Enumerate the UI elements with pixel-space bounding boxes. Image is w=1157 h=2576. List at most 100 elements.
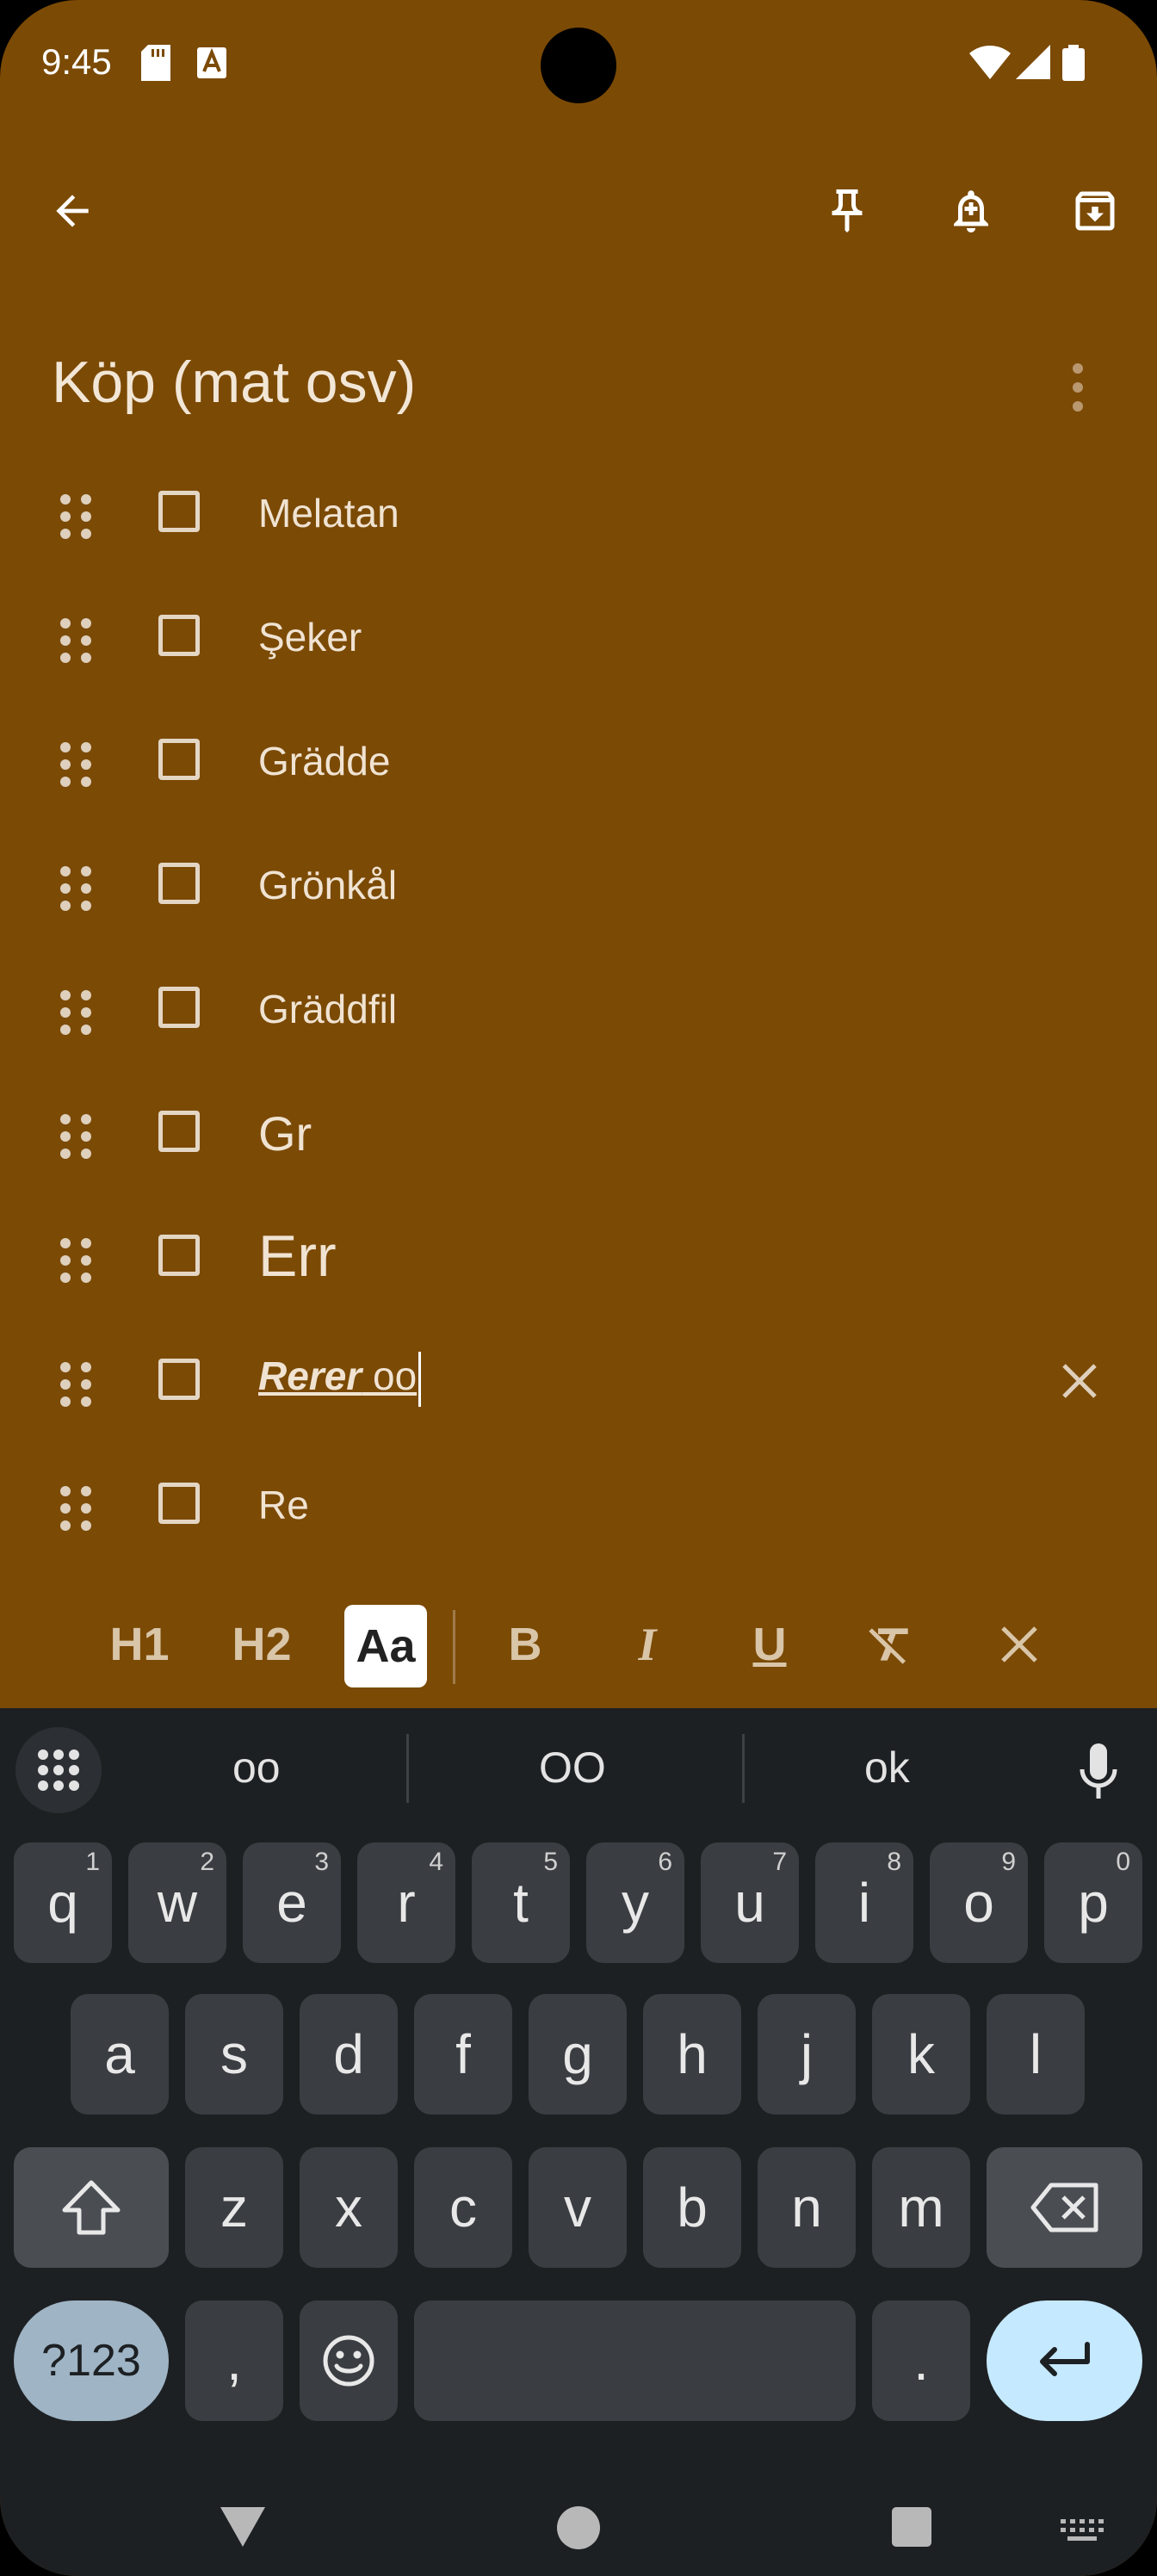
key-z[interactable]: z — [185, 2147, 283, 2268]
key-m[interactable]: m — [872, 2147, 970, 2268]
key-o[interactable]: o9 — [930, 1842, 1028, 1963]
key-n[interactable]: n — [758, 2147, 856, 2268]
key-r[interactable]: r4 — [357, 1842, 455, 1963]
drag-handle-icon[interactable] — [59, 1112, 93, 1161]
key-q[interactable]: q1 — [14, 1842, 112, 1963]
drag-handle-icon[interactable] — [59, 1236, 93, 1285]
item-text[interactable]: Grädde — [258, 738, 390, 784]
key-l[interactable]: l — [987, 1994, 1085, 2115]
key-hint: 4 — [429, 1848, 443, 1876]
item-text[interactable]: Şeker — [258, 614, 362, 660]
keyboard-menu-button[interactable] — [15, 1727, 102, 1813]
key-g[interactable]: g — [529, 1994, 627, 2115]
item-checkbox[interactable] — [158, 1483, 200, 1524]
list-item: Şeker — [0, 575, 1157, 699]
drag-handle-icon[interactable] — [59, 988, 93, 1037]
emoji-key[interactable] — [300, 2300, 398, 2421]
symbols-key[interactable]: ?123 — [14, 2300, 169, 2421]
backspace-key[interactable] — [987, 2147, 1142, 2268]
nav-back-icon[interactable] — [220, 2507, 265, 2547]
item-text[interactable]: Melatan — [258, 490, 399, 536]
key-e[interactable]: e3 — [243, 1842, 341, 1963]
item-checkbox[interactable] — [158, 1359, 200, 1400]
key-t[interactable]: t5 — [472, 1842, 570, 1963]
keyboard-switch-icon[interactable] — [1061, 2519, 1104, 2542]
normal-text-button[interactable]: Aa — [344, 1605, 427, 1687]
nav-recents-icon[interactable] — [892, 2507, 931, 2547]
toolbar-divider — [453, 1610, 455, 1684]
bold-button[interactable]: B — [491, 1601, 560, 1687]
drag-handle-icon[interactable] — [59, 1360, 93, 1409]
key-hint: 7 — [772, 1848, 787, 1876]
period-key[interactable]: . — [872, 2300, 970, 2421]
key-w[interactable]: w2 — [128, 1842, 226, 1963]
item-text[interactable]: Gr — [258, 1105, 312, 1161]
back-button[interactable] — [38, 176, 107, 245]
close-toolbar-button[interactable] — [985, 1601, 1054, 1687]
pin-icon — [832, 189, 863, 232]
key-s[interactable]: s — [185, 1994, 283, 2115]
remove-item-button[interactable] — [1052, 1353, 1107, 1409]
heading2-button[interactable]: H2 — [222, 1601, 301, 1687]
suggestion-1[interactable]: oo — [232, 1743, 281, 1793]
shift-key[interactable] — [14, 2147, 169, 2268]
archive-button[interactable] — [1061, 176, 1129, 245]
key-h[interactable]: h — [643, 1994, 741, 2115]
item-text[interactable]: Gräddfil — [258, 986, 397, 1032]
voice-input-button[interactable] — [1073, 1739, 1124, 1808]
note-title[interactable]: Köp (mat osv) — [52, 349, 416, 416]
item-text-styled: Rerer — [258, 1353, 362, 1399]
drag-handle-icon[interactable] — [59, 492, 93, 541]
italic-button[interactable]: I — [613, 1601, 682, 1687]
mic-icon — [1080, 1743, 1117, 1799]
suggestion-2[interactable]: OO — [539, 1743, 606, 1793]
drag-handle-icon[interactable] — [59, 1484, 93, 1533]
item-text[interactable]: Re — [258, 1482, 309, 1528]
key-i[interactable]: i8 — [815, 1842, 913, 1963]
drag-handle-icon[interactable] — [59, 740, 93, 789]
key-c[interactable]: c — [414, 2147, 512, 2268]
item-checkbox[interactable] — [158, 615, 200, 656]
key-x[interactable]: x — [300, 2147, 398, 2268]
enter-icon — [1039, 2342, 1090, 2376]
item-text[interactable]: Err — [258, 1223, 337, 1290]
close-icon — [1001, 1626, 1037, 1663]
key-b[interactable]: b — [643, 2147, 741, 2268]
list-item-editing: Rerer oo — [0, 1319, 1157, 1443]
reminder-button[interactable] — [937, 176, 1005, 245]
key-p[interactable]: p0 — [1044, 1842, 1142, 1963]
item-checkbox[interactable] — [158, 863, 200, 904]
space-key[interactable] — [414, 2300, 856, 2421]
key-label: u — [734, 1872, 765, 1934]
nav-home-icon[interactable] — [556, 2505, 601, 2550]
drag-handle-icon[interactable] — [59, 616, 93, 665]
item-checkbox[interactable] — [158, 739, 200, 780]
item-text-input[interactable]: Rerer oo — [258, 1352, 422, 1407]
more-options-button[interactable] — [1052, 353, 1104, 422]
item-checkbox[interactable] — [158, 491, 200, 532]
key-y[interactable]: y6 — [586, 1842, 684, 1963]
comma-key[interactable]: , — [185, 2300, 283, 2421]
item-checkbox[interactable] — [158, 1111, 200, 1152]
more-vert-icon — [1073, 363, 1083, 412]
apps-grid-icon — [38, 1749, 79, 1791]
key-hint: 9 — [1001, 1848, 1016, 1876]
key-f[interactable]: f — [414, 1994, 512, 2115]
item-checkbox[interactable] — [158, 987, 200, 1028]
clear-formatting-button[interactable] — [857, 1601, 926, 1687]
key-k[interactable]: k — [872, 1994, 970, 2115]
heading1-button[interactable]: H1 — [100, 1601, 179, 1687]
suggestion-3[interactable]: ok — [864, 1743, 910, 1793]
key-a[interactable]: a — [71, 1994, 169, 2115]
key-u[interactable]: u7 — [701, 1842, 799, 1963]
item-checkbox[interactable] — [158, 1235, 200, 1276]
key-j[interactable]: j — [758, 1994, 856, 2115]
enter-key[interactable] — [987, 2300, 1142, 2421]
add-alert-icon — [954, 190, 988, 232]
pin-button[interactable] — [813, 176, 882, 245]
item-text[interactable]: Grönkål — [258, 862, 397, 908]
drag-handle-icon[interactable] — [59, 864, 93, 913]
underline-button[interactable]: U — [735, 1601, 804, 1687]
key-v[interactable]: v — [529, 2147, 627, 2268]
key-d[interactable]: d — [300, 1994, 398, 2115]
